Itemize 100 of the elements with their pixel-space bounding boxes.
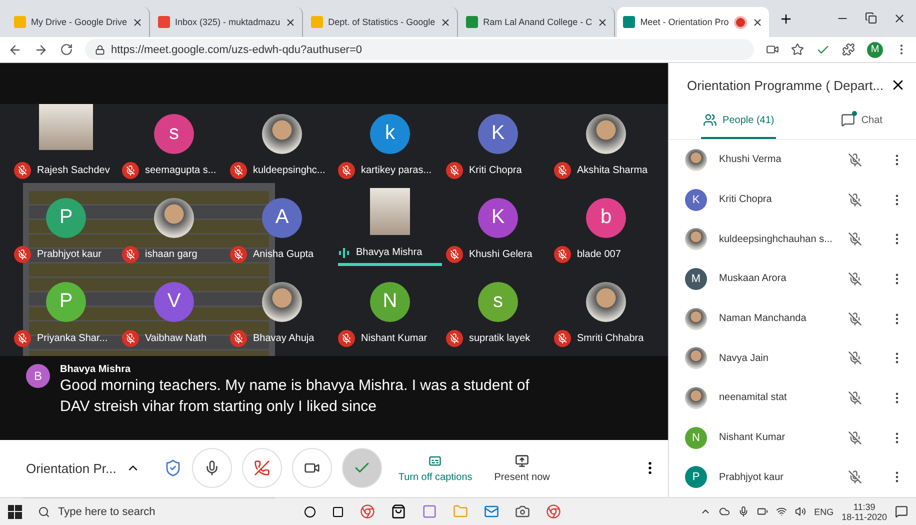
notification-icon[interactable]	[895, 505, 908, 518]
site-icon	[158, 16, 170, 28]
microphone-icon	[204, 460, 220, 476]
participant-name: Rajesh Sachdev	[37, 164, 110, 176]
mic-off-icon	[848, 470, 862, 484]
participant-name: Akshita Sharma	[577, 164, 648, 176]
check-button[interactable]	[342, 448, 382, 488]
microphone-button[interactable]	[192, 448, 232, 488]
participant-name: Priyanka Shar...	[37, 332, 108, 344]
participant-name: seemagupta s...	[145, 164, 216, 176]
address-field[interactable]: https://meet.google.com/uzs-edwh-qdu?authuser=0	[85, 39, 754, 60]
browser-icon[interactable]	[546, 504, 561, 519]
cloud-icon[interactable]	[719, 506, 730, 517]
close-icon[interactable]	[132, 16, 144, 28]
close-icon[interactable]	[597, 16, 608, 28]
captions-button[interactable]: Turn off captions	[392, 454, 478, 483]
browser-icon[interactable]	[360, 504, 375, 519]
clock[interactable]: 11:39 18-11-2020	[842, 502, 887, 522]
avatar: N	[370, 282, 410, 322]
avatar-photo	[685, 308, 707, 330]
hang-up-button[interactable]	[242, 448, 282, 488]
avatar: N	[685, 426, 707, 449]
person-name: Naman Manchanda	[719, 313, 808, 324]
restore-icon[interactable]	[865, 12, 877, 24]
avatar-photo	[262, 282, 302, 322]
wifi-icon[interactable]	[776, 506, 788, 517]
participant-name: Bhavya Mishra	[356, 247, 422, 258]
volume-icon[interactable]	[795, 506, 806, 517]
new-tab-icon[interactable]	[778, 12, 793, 26]
participant-name: Khushi Gelera	[469, 248, 532, 260]
task-view-icon[interactable]	[332, 506, 344, 518]
person-name: Navya Jain	[719, 352, 770, 364]
app-icon[interactable]	[422, 504, 437, 519]
participant-name: Vaibhaw Nath	[145, 332, 207, 344]
close-icon[interactable]	[440, 16, 452, 28]
participant-name: kuldeepsinghc...	[253, 164, 326, 176]
panel-tab[interactable]: Chat	[839, 107, 884, 139]
person-name: neenamital stat	[719, 392, 788, 404]
meeting-name[interactable]: Orientation Pr...	[26, 460, 116, 476]
avatar-photo	[685, 386, 707, 409]
star-icon[interactable]	[791, 43, 804, 56]
back-icon[interactable]	[8, 42, 22, 56]
speaker-avatar: B	[26, 364, 50, 388]
puzzle-icon[interactable]	[842, 43, 855, 56]
battery-icon[interactable]	[757, 506, 768, 517]
close-icon[interactable]	[893, 12, 906, 25]
camera-icon[interactable]	[515, 504, 530, 519]
person-name: Khushi Verma	[719, 154, 782, 166]
forward-icon[interactable]	[34, 42, 48, 56]
avatar: s	[478, 282, 518, 322]
person-name: kuldeepsinghchauhan s...	[719, 234, 834, 245]
avatar-photo	[586, 282, 626, 322]
participant-name: blade 007	[577, 248, 621, 260]
shield-icon[interactable]	[164, 459, 182, 478]
search-icon	[38, 506, 50, 518]
circle-icon[interactable]	[304, 506, 316, 518]
windows-start-icon[interactable]	[8, 504, 22, 518]
panel-tab[interactable]: People (41)	[700, 107, 776, 139]
site-icon	[623, 16, 636, 28]
browser-tab[interactable]: Meet - Orientation Pro	[617, 7, 769, 37]
avatar: P	[46, 198, 86, 238]
captions-icon	[428, 454, 442, 468]
mic-off-icon	[848, 192, 862, 206]
present-button[interactable]: Present now	[488, 454, 556, 483]
participant-name: Prabhjyot kaur	[37, 248, 102, 260]
avatar: K	[478, 114, 518, 154]
chat-icon	[841, 113, 856, 127]
person-name: Muskaan Arora	[719, 273, 788, 284]
avatar: V	[154, 282, 194, 322]
close-icon[interactable]	[285, 16, 296, 28]
mic-off-icon	[848, 232, 862, 246]
person-name: Kriti Chopra	[719, 194, 773, 205]
taskbar-search-field[interactable]: Type here to search	[38, 506, 288, 518]
microphone-icon[interactable]	[738, 506, 750, 517]
close-icon[interactable]	[752, 16, 763, 28]
video-placeholder	[39, 104, 93, 150]
avatar: s	[154, 114, 194, 154]
camera-icon[interactable]	[766, 43, 779, 56]
store-icon[interactable]	[391, 504, 406, 519]
lock-icon	[95, 44, 105, 54]
avatar-photo	[685, 228, 707, 250]
avatar: P	[685, 466, 707, 488]
avatar-photo	[685, 148, 707, 171]
avatar: b	[586, 198, 626, 238]
avatar-photo	[154, 198, 194, 238]
participant-name: supratik layek	[469, 332, 530, 344]
participant-name: kartikey paras...	[361, 164, 432, 176]
caption-text: Good morning teachers. My name is bhavya Mishra. I was a student of DAV streish vihar from starting only I liked since	[60, 376, 530, 417]
mic-off-icon	[848, 272, 862, 286]
person-name: Prabhjyot kaur	[719, 472, 784, 483]
avatar: P	[46, 282, 86, 322]
mail-icon[interactable]	[484, 504, 499, 519]
video-placeholder	[370, 188, 410, 235]
profile-avatar[interactable]: M	[867, 42, 883, 58]
participant-name: Kriti Chopra	[469, 164, 522, 176]
camera-button[interactable]	[292, 448, 332, 488]
mic-off-icon	[848, 390, 862, 405]
reload-icon[interactable]	[60, 43, 73, 56]
avatar: K	[478, 198, 518, 238]
language-indicator[interactable]: ENG	[814, 506, 834, 516]
